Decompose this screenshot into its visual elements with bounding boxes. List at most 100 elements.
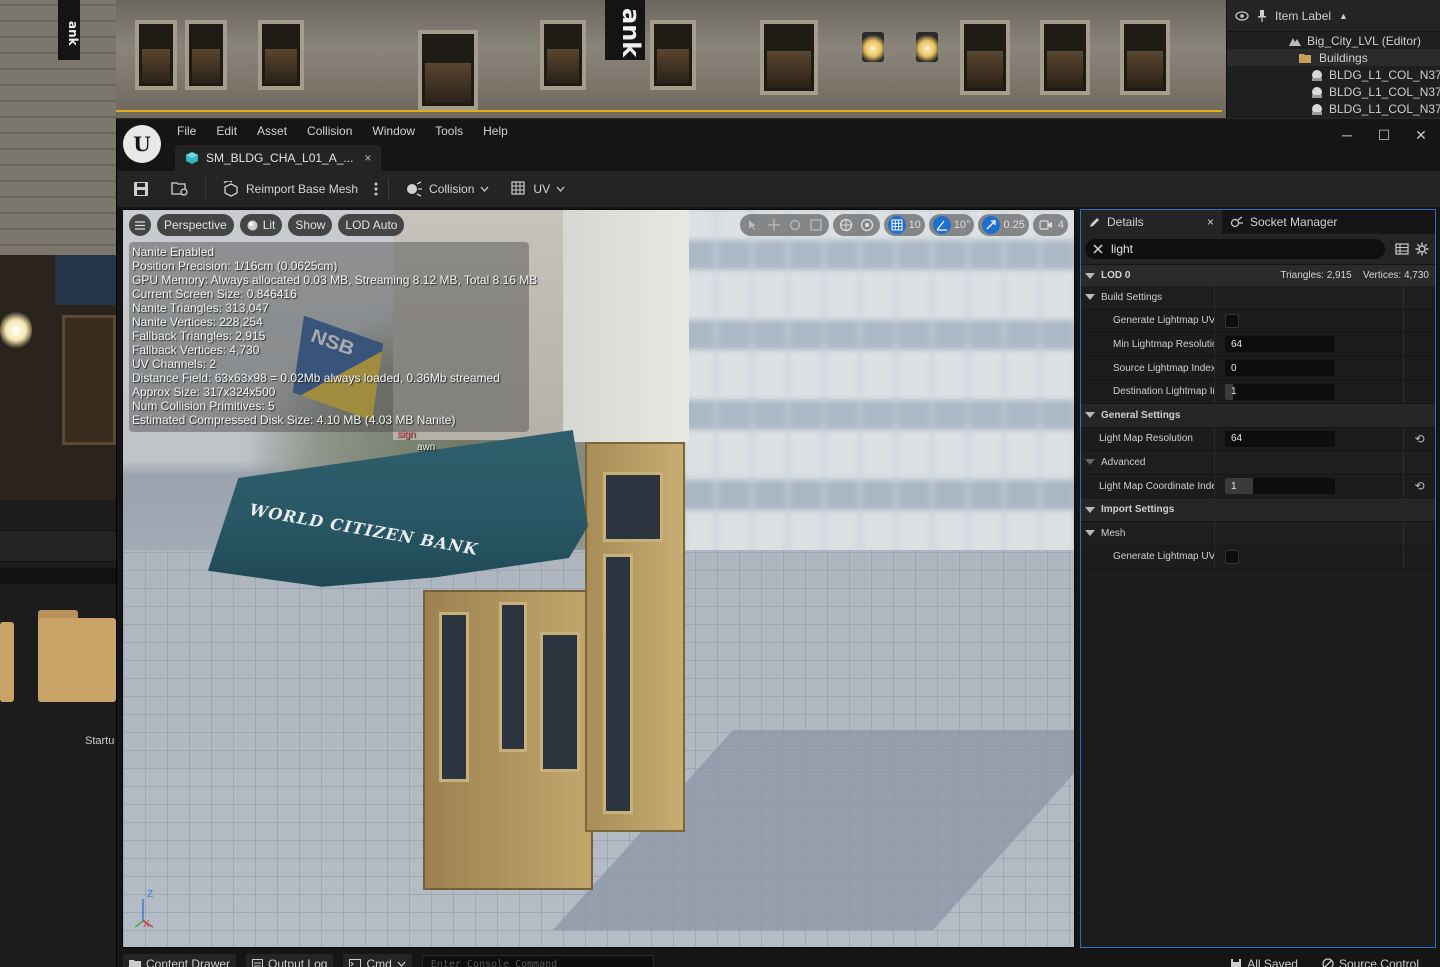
- grid-snap-value: 10: [908, 219, 921, 231]
- outliner-row-actor[interactable]: BLDG_L1_COL_N379C: [1227, 83, 1440, 100]
- import-generate-lightmap-uvs-checkbox[interactable]: [1225, 549, 1239, 564]
- folder-icon[interactable]: [0, 622, 14, 702]
- title-bar[interactable]: U File Edit Asset Collision Window Tools…: [117, 119, 1440, 171]
- socket-label-awn[interactable]: awn: [417, 442, 435, 453]
- reset-to-default-icon[interactable]: ⟲: [1403, 474, 1435, 498]
- axis-gizmo: Z X: [131, 889, 161, 931]
- folder-icon[interactable]: [38, 618, 116, 702]
- tab-details[interactable]: Details ×: [1081, 210, 1222, 234]
- surface-snap-icon[interactable]: [858, 216, 876, 234]
- details-search-input[interactable]: light: [1085, 239, 1385, 259]
- output-log-button[interactable]: Output Log: [246, 954, 334, 967]
- category-label: General Settings: [1101, 409, 1181, 421]
- lit-button[interactable]: Lit: [239, 214, 283, 236]
- scale-mode-icon[interactable]: [807, 216, 825, 234]
- menu-window[interactable]: Window: [362, 119, 425, 143]
- reimport-options-button[interactable]: [372, 175, 380, 203]
- generate-lightmap-uvs-checkbox[interactable]: [1225, 313, 1239, 328]
- menu-file[interactable]: File: [167, 119, 206, 143]
- menu-help[interactable]: Help: [473, 119, 518, 143]
- collision-dropdown[interactable]: Collision: [397, 175, 497, 203]
- save-icon: [133, 181, 149, 197]
- outliner-row-level[interactable]: Big_City_LVL (Editor): [1227, 32, 1440, 49]
- save-button[interactable]: [125, 175, 157, 203]
- building-window: [1040, 20, 1090, 95]
- outliner-row-actor[interactable]: BLDG_L1_COL_N379C: [1227, 100, 1440, 117]
- console-command-input[interactable]: Enter Console Command: [421, 955, 654, 967]
- tab-socket-manager[interactable]: Socket Manager: [1222, 210, 1345, 234]
- uv-label: UV: [533, 182, 551, 196]
- awning: [55, 255, 116, 305]
- asset-tab[interactable]: SM_BLDG_CHA_L01_A_... ×: [175, 145, 382, 171]
- collapse-triangle-icon: [1085, 530, 1095, 537]
- prop-value: [1215, 522, 1403, 545]
- content-drawer-button[interactable]: Content Drawer: [123, 954, 237, 967]
- rotation-snap-group[interactable]: 10°: [928, 214, 975, 236]
- lod-header[interactable]: LOD 0 Triangles: 2,915 Vertices: 4,730: [1081, 264, 1435, 286]
- prop-name: Build Settings: [1081, 286, 1215, 309]
- category-import-settings[interactable]: Import Settings: [1081, 498, 1435, 522]
- stat-line: Nanite Triangles: 313,047: [132, 301, 269, 315]
- item-label-column[interactable]: Item Label: [1275, 9, 1331, 23]
- table-view-icon[interactable]: [1395, 243, 1409, 255]
- tab-socket-label: Socket Manager: [1250, 215, 1338, 229]
- coordinate-group: [832, 214, 880, 236]
- rotate-mode-icon[interactable]: [786, 216, 804, 234]
- outliner-row-actor[interactable]: BLDG_L1_COL_N379C: [1227, 66, 1440, 83]
- prop-name: Min Lightmap Resolution: [1081, 333, 1215, 356]
- world-space-icon[interactable]: [837, 216, 855, 234]
- stat-line: Nanite Vertices: 228,254: [132, 315, 263, 329]
- viewport-menu-button[interactable]: [129, 214, 151, 236]
- category-advanced[interactable]: Advanced: [1081, 451, 1435, 475]
- grid-snap-group[interactable]: 10: [883, 214, 925, 236]
- category-mesh[interactable]: Mesh: [1081, 521, 1435, 546]
- uv-dropdown[interactable]: UV: [503, 175, 573, 203]
- menu-edit[interactable]: Edit: [206, 119, 247, 143]
- menu-collision[interactable]: Collision: [297, 119, 362, 143]
- terminal-icon: [349, 959, 362, 967]
- translate-mode-icon[interactable]: [765, 216, 783, 234]
- close-tab-icon[interactable]: ×: [1207, 215, 1214, 229]
- lod-button[interactable]: LOD Auto: [338, 214, 405, 236]
- category-build-settings[interactable]: Build Settings: [1081, 286, 1435, 310]
- bank-banner: ank: [605, 0, 645, 60]
- close-tab-icon[interactable]: ×: [364, 151, 371, 165]
- clear-search-icon[interactable]: [1093, 244, 1103, 254]
- property-row: Generate Lightmap UVs: [1081, 545, 1435, 570]
- close-window-icon[interactable]: ✕: [1403, 125, 1439, 145]
- outliner-row-folder[interactable]: Buildings: [1227, 49, 1440, 66]
- collision-icon: [405, 181, 423, 197]
- prop-value: 1: [1215, 380, 1403, 403]
- settings-gear-icon[interactable]: [1415, 242, 1429, 256]
- maximize-icon[interactable]: ☐: [1366, 125, 1402, 145]
- reimport-label: Reimport Base Mesh: [246, 182, 359, 196]
- eye-icon[interactable]: [1235, 10, 1249, 21]
- source-lightmap-index-input[interactable]: 0: [1225, 360, 1335, 377]
- light-map-coordinate-index-input[interactable]: 1: [1225, 478, 1335, 495]
- menu-tools[interactable]: Tools: [425, 119, 473, 143]
- pencil-icon: [1089, 216, 1101, 228]
- destination-lightmap-index-input[interactable]: 1: [1225, 383, 1335, 400]
- editor-toolbar: Reimport Base Mesh Collision UV: [117, 171, 1440, 207]
- scale-snap-group[interactable]: 0.25: [978, 214, 1029, 236]
- show-button[interactable]: Show: [288, 214, 333, 236]
- main-level-viewport[interactable]: ank: [0, 0, 1226, 118]
- browse-button[interactable]: [163, 175, 197, 203]
- camera-speed-group[interactable]: 4: [1032, 214, 1068, 236]
- pin-icon[interactable]: [1257, 9, 1267, 22]
- reimport-base-mesh-button[interactable]: Reimport Base Mesh: [214, 175, 366, 203]
- sort-ascending-icon[interactable]: ▲: [1339, 11, 1348, 21]
- minimize-icon[interactable]: ─: [1329, 125, 1365, 145]
- select-mode-icon[interactable]: [744, 216, 762, 234]
- perspective-button[interactable]: Perspective: [157, 214, 234, 236]
- reset-to-default-icon[interactable]: ⟲: [1403, 427, 1435, 451]
- menu-asset[interactable]: Asset: [247, 119, 297, 143]
- mesh-doors-left: [423, 590, 593, 890]
- cmd-dropdown[interactable]: Cmd: [343, 954, 412, 967]
- min-lightmap-resolution-input[interactable]: 64: [1225, 336, 1335, 353]
- source-control-button[interactable]: Source Control: [1316, 954, 1425, 967]
- light-map-resolution-input[interactable]: 64: [1225, 430, 1335, 447]
- all-saved-button[interactable]: All Saved: [1224, 954, 1304, 967]
- mesh-viewport[interactable]: NSB WORLD CITIZEN BANK sign awn Perspect…: [122, 209, 1075, 948]
- category-general-settings[interactable]: General Settings: [1081, 403, 1435, 428]
